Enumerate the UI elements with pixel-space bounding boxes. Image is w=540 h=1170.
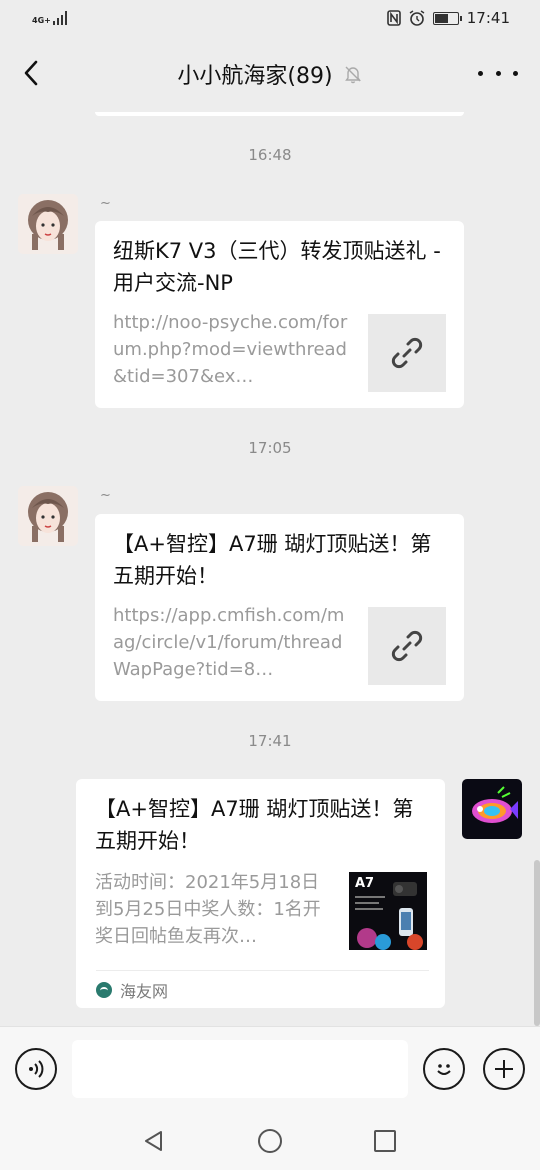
link-card-title: 【A+智控】A7珊 瑚灯顶贴送！第五期开始！ xyxy=(113,532,432,588)
article-thumbnail: A7 xyxy=(349,872,427,950)
previous-message-bubble[interactable] xyxy=(95,112,464,116)
nav-recents-button[interactable] xyxy=(372,1128,398,1154)
signal-bars-icon xyxy=(52,11,67,25)
bell-off-icon xyxy=(344,66,361,84)
battery-icon xyxy=(432,11,462,25)
sender-name: ~ xyxy=(100,488,111,503)
clock: 17:41 xyxy=(466,9,510,27)
nav-recents-icon xyxy=(374,1130,396,1152)
link-thumbnail xyxy=(368,314,446,392)
emoji-icon xyxy=(437,1064,451,1075)
system-nav-bar xyxy=(0,1110,540,1170)
chat-header: 小小航海家(89) xyxy=(0,36,540,112)
link-icon xyxy=(391,337,423,369)
shared-article-message[interactable]: 【A+智控】A7珊 瑚灯顶贴送！第五期开始！ 活动时间：2021年5月18日到5… xyxy=(76,779,445,1008)
nav-back-button[interactable] xyxy=(141,1128,167,1154)
nfc-icon xyxy=(386,10,401,26)
back-button[interactable] xyxy=(16,56,50,90)
status-bar: 4G+ 17:41 xyxy=(0,0,540,36)
plus-button[interactable] xyxy=(483,1048,525,1090)
timestamp: 17:41 xyxy=(248,732,292,750)
emoji-button[interactable] xyxy=(423,1048,465,1090)
link-card-message[interactable]: 【A+智控】A7珊 瑚灯顶贴送！第五期开始！ https://app.cmfis… xyxy=(95,514,464,701)
input-bar xyxy=(0,1026,540,1110)
timestamp: 16:48 xyxy=(248,146,292,164)
source-name: 海友网 xyxy=(120,981,169,1001)
link-card-url: http://noo-psyche.com/forum.php?mod=view… xyxy=(113,312,348,387)
nav-home-icon xyxy=(258,1129,282,1153)
source-logo-icon xyxy=(96,981,112,998)
sender-name: ~ xyxy=(100,196,111,211)
article-title: 【A+智控】A7珊 瑚灯顶贴送！第五期开始！ xyxy=(95,797,414,853)
link-icon xyxy=(391,630,423,662)
more-button[interactable] xyxy=(478,56,518,90)
article-summary: 活动时间：2021年5月18日到5月25日中奖人数：1名开奖日回帖鱼友再次… xyxy=(95,872,321,947)
chat-messages[interactable]: 16:48 ~ 纽斯K7 V3（三代）转发顶贴送礼 - 用户交流-NP http… xyxy=(0,112,540,1026)
scrollbar[interactable] xyxy=(534,860,540,1026)
signal-indicator: 4G+ xyxy=(32,11,67,25)
link-card-message[interactable]: 纽斯K7 V3（三代）转发顶贴送礼 - 用户交流-NP http://noo-p… xyxy=(95,221,464,408)
voice-icon xyxy=(29,1060,44,1078)
more-dots-icon xyxy=(478,70,483,76)
link-card-url: https://app.cmfish.com/mag/circle/v1/for… xyxy=(113,605,345,680)
message-input[interactable] xyxy=(72,1040,408,1098)
nav-home-button[interactable] xyxy=(257,1128,283,1154)
voice-button[interactable] xyxy=(15,1048,57,1090)
article-source: 海友网 xyxy=(96,970,429,1008)
avatar[interactable] xyxy=(18,194,78,254)
plus-icon xyxy=(495,1060,513,1078)
chevron-left-icon xyxy=(24,60,38,86)
link-card-title: 纽斯K7 V3（三代）转发顶贴送礼 - 用户交流-NP xyxy=(113,239,441,295)
alarm-icon xyxy=(409,10,425,26)
network-type: 4G+ xyxy=(32,16,51,25)
nav-back-icon xyxy=(145,1131,162,1151)
link-thumbnail xyxy=(368,607,446,685)
my-avatar[interactable] xyxy=(462,779,522,839)
chat-title: 小小航海家(89) xyxy=(177,64,333,89)
avatar[interactable] xyxy=(18,486,78,546)
timestamp: 17:05 xyxy=(248,439,292,457)
